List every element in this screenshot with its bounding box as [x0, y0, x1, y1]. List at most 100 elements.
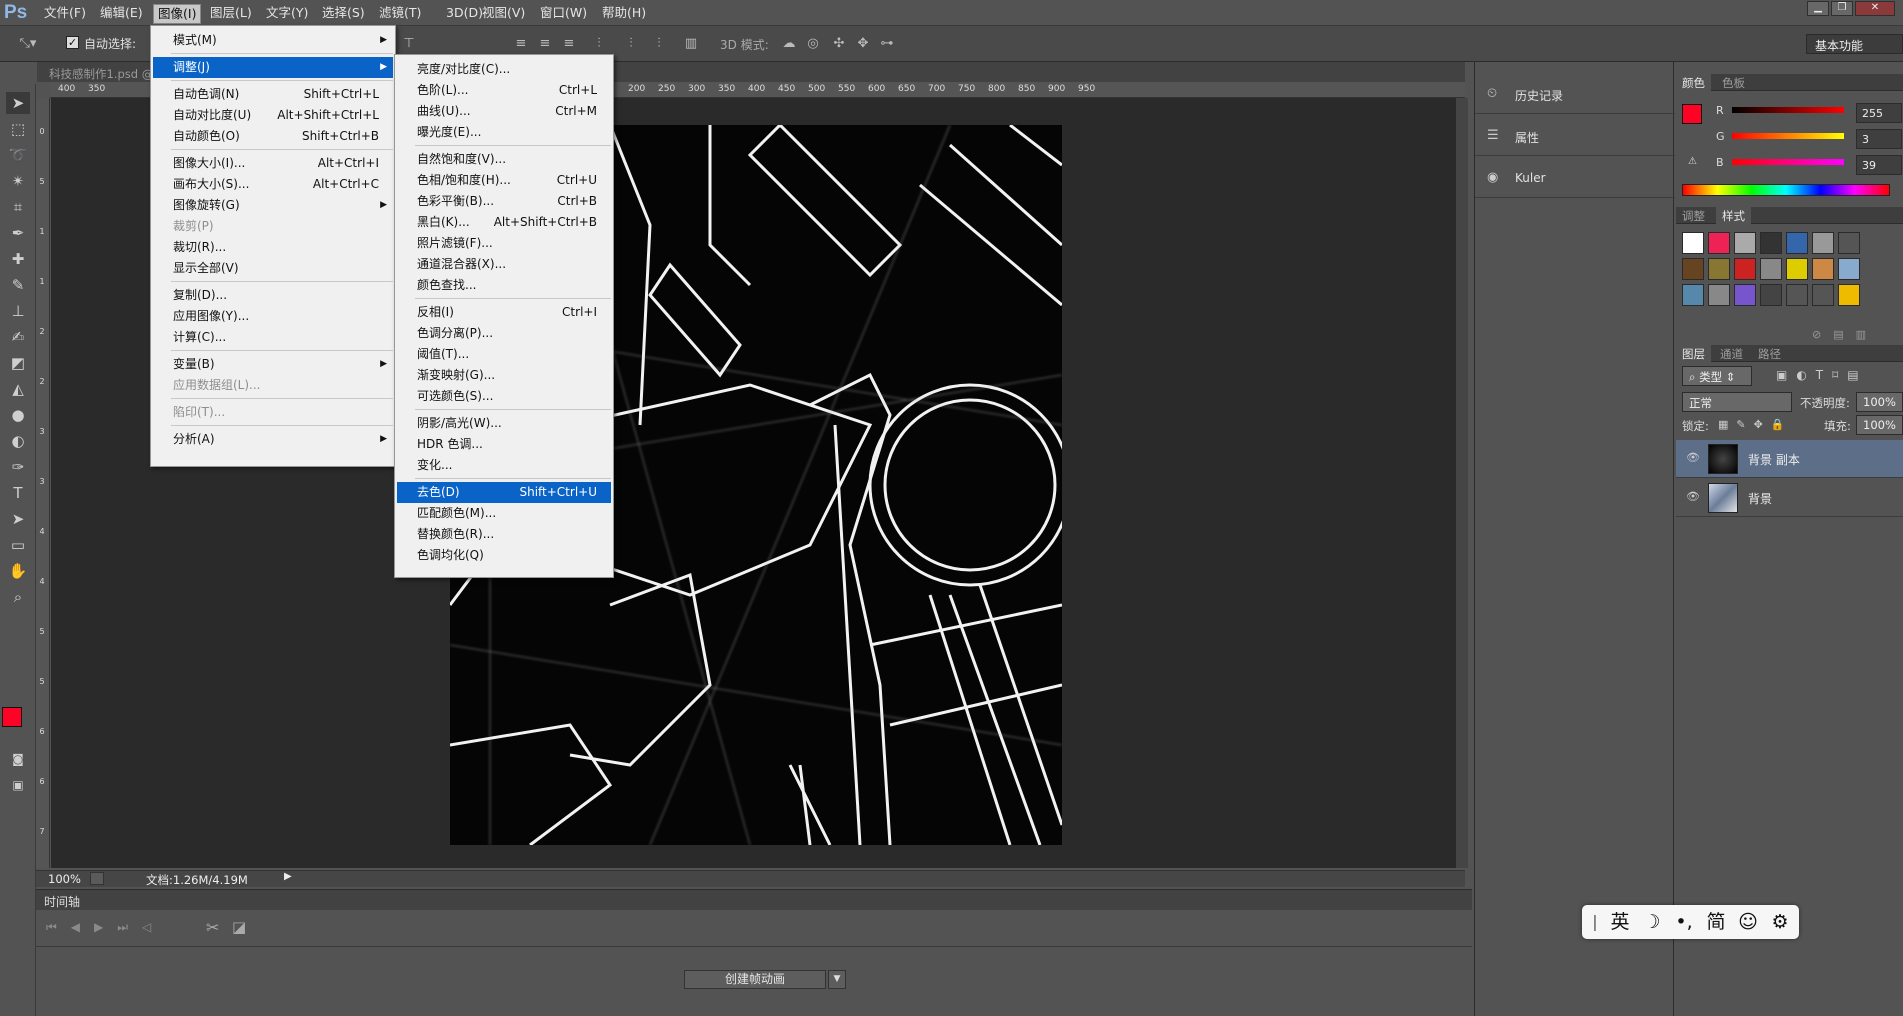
3d-drag-icon[interactable]: ✣: [830, 36, 848, 52]
close-window-button[interactable]: ✕: [1855, 1, 1895, 16]
menu-4[interactable]: 文字(Y): [262, 4, 312, 24]
menu-item[interactable]: 画布大小(S)... Alt+Ctrl+C: [153, 174, 393, 195]
crop-tool-icon[interactable]: ⌗: [6, 196, 30, 218]
style-swatch[interactable]: [1838, 284, 1860, 306]
style-swatch[interactable]: [1786, 284, 1808, 306]
menu-item[interactable]: 曲线(U)... Ctrl+M: [397, 101, 611, 122]
menu-0[interactable]: 文件(F): [40, 4, 90, 24]
gamut-warning-icon[interactable]: ⚠: [1688, 156, 1697, 167]
marquee-tool-icon[interactable]: ⬚: [6, 118, 30, 140]
menu-3[interactable]: 图层(L): [206, 4, 256, 24]
dodge-tool-icon[interactable]: ◐: [6, 430, 30, 452]
menu-item[interactable]: 色调分离(P)...: [397, 323, 611, 344]
menu-item[interactable]: 应用图像(Y)...: [153, 306, 393, 327]
layer-row-copy[interactable]: 👁 背景 副本: [1676, 440, 1903, 478]
r-value[interactable]: 255: [1856, 103, 1902, 123]
align-top-edges-icon[interactable]: ≡: [512, 36, 530, 52]
ime-lang-toggle[interactable]: 英: [1606, 910, 1634, 934]
style-swatch[interactable]: [1760, 232, 1782, 254]
menu-item[interactable]: 黑白(K)... Alt+Shift+Ctrl+B: [397, 212, 611, 233]
path-select-icon[interactable]: ➤: [6, 508, 30, 530]
menu-item[interactable]: 自动颜色(O) Shift+Ctrl+B: [153, 126, 393, 147]
menu-item[interactable]: 亮度/对比度(C)...: [397, 59, 611, 80]
properties-panel-button[interactable]: ☰ 属性: [1475, 116, 1675, 156]
3d-scale-icon[interactable]: ⊶: [878, 36, 896, 52]
emoji-icon[interactable]: ☺: [1734, 910, 1762, 934]
distribute-vcenter-icon[interactable]: ⫶: [622, 36, 640, 52]
menu-8[interactable]: 视图(V): [478, 4, 529, 24]
menu-item[interactable]: 色相/饱和度(H)... Ctrl+U: [397, 170, 611, 191]
menu-5[interactable]: 选择(S): [318, 4, 369, 24]
style-swatch[interactable]: [1708, 284, 1730, 306]
3d-slide-icon[interactable]: ✥: [854, 36, 872, 52]
auto-align-icon[interactable]: ▥: [682, 36, 700, 52]
zoom-level[interactable]: 100%: [48, 872, 81, 886]
menu-10[interactable]: 帮助(H): [598, 4, 650, 24]
menu-item[interactable]: 颜色查找...: [397, 275, 611, 296]
style-swatch[interactable]: [1682, 284, 1704, 306]
menu-item[interactable]: HDR 色调...: [397, 434, 611, 455]
menu-6[interactable]: 滤镜(T): [375, 4, 425, 24]
kuler-panel-button[interactable]: ◉ Kuler: [1475, 158, 1675, 198]
eraser-tool-icon[interactable]: ◩: [6, 352, 30, 374]
pen-tool-icon[interactable]: ✑: [6, 456, 30, 478]
status-share-icon[interactable]: [90, 872, 104, 885]
create-frame-animation-button[interactable]: 创建帧动画: [684, 970, 826, 989]
blend-mode-dropdown[interactable]: 正常: [1682, 392, 1792, 412]
style-swatch[interactable]: [1734, 284, 1756, 306]
move-tool-preset-icon[interactable]: ⤡▾: [14, 36, 42, 52]
menu-item[interactable]: 色彩平衡(B)... Ctrl+B: [397, 191, 611, 212]
menu-item[interactable]: 分析(A) ▶: [153, 429, 393, 450]
style-swatch[interactable]: [1812, 258, 1834, 280]
punctuation-icon[interactable]: •,: [1670, 910, 1698, 934]
menu-item[interactable]: 去色(D) Shift+Ctrl+U: [397, 482, 611, 503]
align-bottom-icon[interactable]: ≡: [560, 36, 578, 52]
blur-tool-icon[interactable]: ●: [6, 404, 30, 426]
create-animation-dropdown-icon[interactable]: ▼: [828, 970, 846, 989]
tab-adjustments[interactable]: 调整: [1676, 207, 1711, 224]
color-fg-swatch[interactable]: [1682, 104, 1702, 124]
menu-item[interactable]: 自动色调(N) Shift+Ctrl+L: [153, 84, 393, 105]
menu-item[interactable]: 自动对比度(U) Alt+Shift+Ctrl+L: [153, 105, 393, 126]
tab-swatches[interactable]: 色板: [1716, 74, 1751, 91]
menu-9[interactable]: 窗口(W): [536, 4, 591, 24]
g-value[interactable]: 3: [1856, 129, 1902, 149]
transition-icon[interactable]: ◪: [232, 918, 246, 936]
lock-icons[interactable]: ▦✎✥🔒: [1718, 418, 1793, 431]
menu-item[interactable]: 变化...: [397, 455, 611, 476]
menu-item[interactable]: 反相(I) Ctrl+I: [397, 302, 611, 323]
style-swatch[interactable]: [1838, 258, 1860, 280]
style-swatch[interactable]: [1786, 258, 1808, 280]
color-spectrum-ramp[interactable]: [1682, 184, 1890, 196]
distribute-top-icon[interactable]: ⫶: [590, 36, 608, 52]
history-brush-icon[interactable]: ✍: [6, 326, 30, 348]
menu-2[interactable]: 图像(I): [153, 4, 202, 24]
align-vcenter-icon[interactable]: ≡: [536, 36, 554, 52]
menu-item[interactable]: 模式(M) ▶: [153, 30, 393, 51]
style-swatch[interactable]: [1708, 232, 1730, 254]
settings-gear-icon[interactable]: ⚙: [1766, 910, 1794, 934]
history-panel-button[interactable]: ⏲ 历史记录: [1475, 74, 1675, 114]
tab-channels[interactable]: 通道: [1714, 345, 1749, 362]
menu-item[interactable]: 复制(D)...: [153, 285, 393, 306]
r-slider[interactable]: [1732, 107, 1844, 113]
status-menu-arrow-icon[interactable]: ▶: [284, 871, 292, 882]
menu-item[interactable]: 色阶(L)... Ctrl+L: [397, 80, 611, 101]
style-swatch[interactable]: [1734, 258, 1756, 280]
timeline-controls[interactable]: ⏮◀▶⏭◁: [46, 920, 165, 935]
opacity-input[interactable]: 100%: [1856, 392, 1903, 412]
magic-wand-icon[interactable]: ✴: [6, 170, 30, 192]
vertical-scrollbar[interactable]: [1456, 98, 1468, 868]
g-slider[interactable]: [1732, 133, 1844, 139]
style-swatch[interactable]: [1760, 284, 1782, 306]
paint-bucket-icon[interactable]: ◭: [6, 378, 30, 400]
menu-item[interactable]: 渐变映射(G)...: [397, 365, 611, 386]
distribute-bottom-icon[interactable]: ⫶: [650, 36, 668, 52]
style-swatch[interactable]: [1838, 232, 1860, 254]
menu-item[interactable]: 自然饱和度(V)...: [397, 149, 611, 170]
tab-layers[interactable]: 图层: [1676, 345, 1711, 362]
menu-item[interactable]: 图像大小(I)... Alt+Ctrl+I: [153, 153, 393, 174]
menu-item[interactable]: 裁切(R)...: [153, 237, 393, 258]
menu-item[interactable]: 匹配颜色(M)...: [397, 503, 611, 524]
moon-icon[interactable]: ☽: [1638, 910, 1666, 934]
